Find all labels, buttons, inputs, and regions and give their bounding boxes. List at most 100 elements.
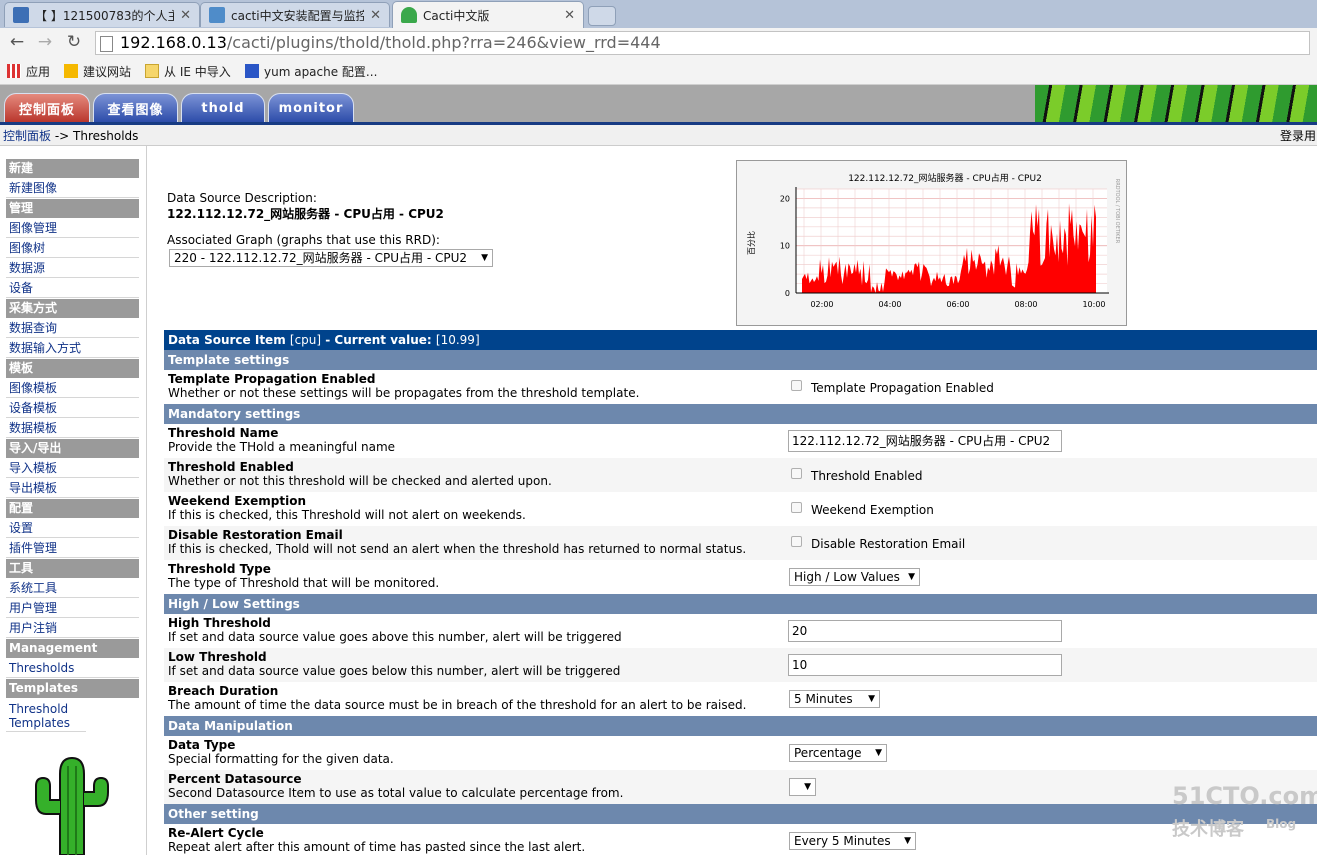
row-disable-restoration-email: Disable Restoration Email If this is che… (164, 526, 1317, 560)
bookmark-suggested[interactable]: 建议网站 (64, 62, 131, 80)
sidebar-section-2: 管理 (6, 199, 139, 218)
sidebar-item-5[interactable]: 数据源 (6, 259, 139, 278)
row-percent-datasource: Percent Datasource Second Datasource Ite… (164, 770, 1317, 804)
breadcrumb-console-link[interactable]: 控制面板 (3, 129, 51, 143)
new-tab-button[interactable] (588, 6, 616, 26)
sidebar-item-27[interactable]: Threshold Templates (6, 699, 86, 732)
sidebar-section-14: 导入/导出 (6, 439, 139, 458)
cacti-icon (401, 7, 417, 23)
forward-arrow-icon[interactable]: → (33, 30, 57, 54)
weekend-exemption-checkbox[interactable] (791, 502, 802, 513)
high-threshold-input[interactable]: 20 (788, 620, 1062, 642)
breadcrumb-bar (0, 125, 1317, 146)
sidebar-item-13[interactable]: 数据模板 (6, 419, 139, 438)
browser-tab-3[interactable]: Cacti中文版 ✕ (392, 1, 584, 28)
browser-tab-1[interactable]: 【 】121500783的个人主 ✕ (4, 2, 200, 27)
watermark-tech-blog: 技术博客 (1172, 819, 1244, 840)
dropdown-arrow-icon: ▼ (868, 694, 875, 704)
login-status: 登录用 (1280, 129, 1317, 143)
disable-restoration-email-checkbox[interactable] (791, 536, 802, 547)
sidebar-item-8[interactable]: 数据查询 (6, 319, 139, 338)
row-re-alert-cycle: Re-Alert Cycle Repeat alert after this a… (168, 826, 586, 854)
folder-icon (145, 64, 159, 78)
graph-ylabel: 百分比 (746, 231, 756, 255)
page-icon (100, 36, 113, 52)
sidebar-item-21[interactable]: 系统工具 (6, 579, 139, 598)
browser-tab-2[interactable]: cacti中文安装配置与监控 ✕ (200, 2, 390, 27)
section-high-low-settings: High / Low Settings (164, 594, 1317, 614)
paw-icon (245, 64, 259, 78)
row-threshold-enabled: Threshold Enabled Whether or not this th… (164, 458, 1317, 492)
breach-duration-select[interactable]: 5 Minutes ▼ (789, 690, 880, 708)
sidebar-section-0: 新建 (6, 159, 139, 178)
sidebar-item-9[interactable]: 数据输入方式 (6, 339, 139, 358)
tab-monitor[interactable]: monitor (268, 93, 354, 123)
bookmark-ie-import[interactable]: 从 IE 中导入 (145, 62, 231, 80)
sidebar-item-11[interactable]: 图像模板 (6, 379, 139, 398)
sidebar-item-19[interactable]: 插件管理 (6, 539, 139, 558)
row-low-threshold: Low Threshold If set and data source val… (164, 648, 1317, 682)
section-other-setting: Other setting (164, 804, 1317, 824)
row-threshold-name: Threshold Name Provide the THold a meani… (168, 426, 396, 454)
address-bar[interactable]: 192.168.0.13/cacti/plugins/thold/thold.p… (95, 31, 1310, 55)
cactus-logo (32, 756, 112, 856)
watermark-51cto: 51CTO.com (1172, 782, 1317, 810)
sidebar-item-3[interactable]: 图像管理 (6, 219, 139, 238)
tab-console[interactable]: 控制面板 (4, 93, 90, 123)
dropdown-arrow-icon: ▼ (481, 253, 488, 263)
threshold-type-select[interactable]: High / Low Values ▼ (789, 568, 920, 586)
sidebar-item-16[interactable]: 导出模板 (6, 479, 139, 498)
tab-graphs[interactable]: 查看图像 (93, 93, 178, 123)
threshold-enabled-checkbox[interactable] (791, 468, 802, 479)
x-tick-label: 10:00 (1082, 300, 1105, 309)
percent-datasource-select[interactable]: ▼ (789, 778, 816, 796)
y-tick-label: 0 (785, 289, 790, 298)
rrd-graph-svg: 122.112.12.72_网站服务器 - CPU占用 - CPU2 百分比 R… (746, 172, 1120, 309)
sidebar-section-10: 模板 (6, 359, 139, 378)
close-icon[interactable]: ✕ (180, 8, 191, 23)
threshold-name-input[interactable]: 122.112.12.72_网站服务器 - CPU占用 - CPU2 (788, 430, 1062, 452)
sidebar-section-24: Management (6, 639, 139, 658)
close-icon[interactable]: ✕ (564, 8, 575, 23)
close-icon[interactable]: ✕ (370, 8, 381, 23)
data-source-desc-label: Data Source Description: (167, 191, 317, 205)
sidebar-section-17: 配置 (6, 499, 139, 518)
dropdown-arrow-icon: ▼ (908, 572, 915, 582)
sidebar-section-7: 采集方式 (6, 299, 139, 318)
sidebar-item-25[interactable]: Thresholds (6, 659, 139, 678)
sidebar-item-18[interactable]: 设置 (6, 519, 139, 538)
re-alert-cycle-select[interactable]: Every 5 Minutes ▼ (789, 832, 916, 850)
sidebar-item-1[interactable]: 新建图像 (6, 179, 139, 198)
dropdown-arrow-icon: ▼ (804, 782, 811, 792)
sidebar-item-22[interactable]: 用户管理 (6, 599, 139, 618)
sidebar-item-6[interactable]: 设备 (6, 279, 139, 298)
row-threshold-type: Threshold Type The type of Threshold tha… (168, 562, 440, 590)
template-propagation-checkbox[interactable] (791, 380, 802, 391)
breadcrumb: 控制面板 -> Thresholds (3, 129, 139, 143)
bookmark-yum-apache[interactable]: yum apache 配置... (245, 62, 377, 80)
rrd-graph[interactable]: 122.112.12.72_网站服务器 - CPU占用 - CPU2 百分比 R… (736, 160, 1127, 326)
sidebar-item-23[interactable]: 用户注销 (6, 619, 139, 638)
disable-restoration-email-checkbox-label: Disable Restoration Email (811, 537, 966, 551)
bing-icon (64, 64, 78, 78)
back-arrow-icon[interactable]: ← (5, 30, 29, 54)
threshold-enabled-checkbox-label: Threshold Enabled (811, 469, 923, 483)
data-type-select[interactable]: Percentage ▼ (789, 744, 887, 762)
row-high-threshold: High Threshold If set and data source va… (168, 616, 622, 644)
x-tick-label: 04:00 (878, 300, 901, 309)
sidebar-item-4[interactable]: 图像树 (6, 239, 139, 258)
reload-icon[interactable]: ↻ (62, 30, 86, 54)
row-template-propagation: Template Propagation Enabled Whether or … (168, 372, 640, 400)
bookmark-apps[interactable]: 应用 (7, 62, 50, 80)
tab-thold[interactable]: thold (181, 93, 265, 123)
low-threshold-input[interactable]: 10 (788, 654, 1062, 676)
data-source-desc-value: 122.112.12.72_网站服务器 - CPU占用 - CPU2 (167, 207, 444, 221)
graph-title: 122.112.12.72_网站服务器 - CPU占用 - CPU2 (848, 172, 1042, 184)
sidebar-item-15[interactable]: 导入模板 (6, 459, 139, 478)
associated-graph-label: Associated Graph (graphs that use this R… (167, 233, 440, 247)
associated-graph-select[interactable]: 220 - 122.112.12.72_网站服务器 - CPU占用 - CPU2… (169, 249, 493, 267)
y-tick-label: 20 (780, 194, 790, 203)
weekend-exemption-checkbox-label: Weekend Exemption (811, 503, 934, 517)
sidebar-section-20: 工具 (6, 559, 139, 578)
sidebar-item-12[interactable]: 设备模板 (6, 399, 139, 418)
